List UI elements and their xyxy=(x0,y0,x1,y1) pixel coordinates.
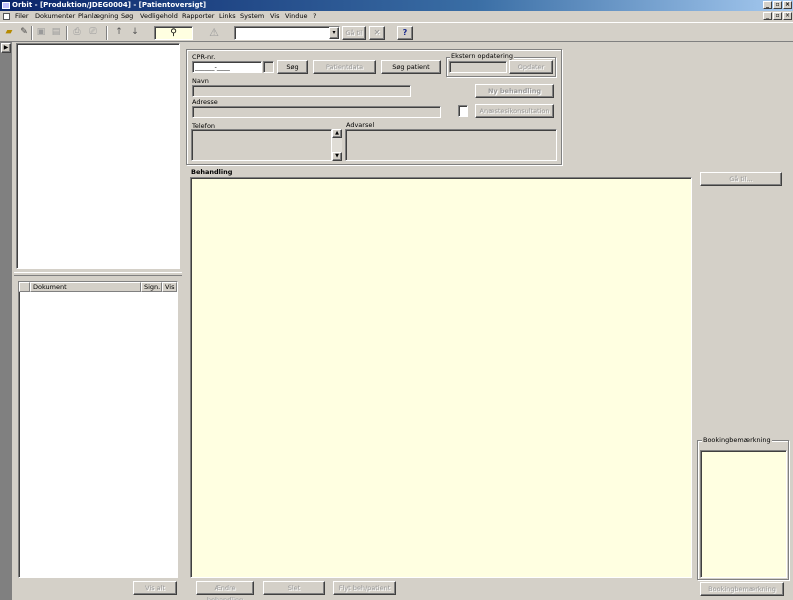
external-update-label: Ekstern opdatering xyxy=(450,52,515,60)
goto-combobox[interactable]: ▾ xyxy=(234,26,340,40)
title-bar: Orbit - [Produktion/JDEG0004] - [Patient… xyxy=(0,0,793,11)
change-treatment-button[interactable]: Ændre behandling xyxy=(196,581,254,600)
delete-icon[interactable]: ▤ xyxy=(49,26,63,39)
menu-filer[interactable]: Filer xyxy=(15,11,29,22)
treatment-list[interactable] xyxy=(190,177,692,578)
column-header-dokument[interactable]: Dokument xyxy=(30,282,141,292)
menu-links[interactable]: Links xyxy=(219,11,236,22)
menu-vindue[interactable]: Vindue xyxy=(285,11,307,22)
tree-pane[interactable] xyxy=(16,43,180,269)
print-icon[interactable]: ⎙ xyxy=(70,26,84,39)
child-close-icon[interactable]: × xyxy=(783,12,792,20)
open-folder-icon[interactable]: ▰ xyxy=(2,26,16,39)
window-title: Orbit - [Produktion/JDEG0004] - [Patient… xyxy=(12,1,207,9)
goto-treatment-button[interactable]: Gå til... xyxy=(700,172,782,186)
anaesthesia-consultation-button[interactable]: Anæstesikonsultation xyxy=(475,104,554,118)
restore-icon[interactable]: ▫ xyxy=(773,1,782,9)
play-arrow-icon[interactable]: ▶ xyxy=(1,43,11,53)
move-treatment-button[interactable]: Flyt beh/patient xyxy=(333,581,396,595)
minimize-icon[interactable]: _ xyxy=(763,1,772,9)
name-label: Navn xyxy=(192,77,209,85)
cpr-check-field[interactable] xyxy=(263,61,274,73)
scroll-up-icon[interactable]: ▲ xyxy=(332,129,342,138)
edit-pen-icon[interactable]: ✎ xyxy=(17,26,31,39)
warning-label: Advarsel xyxy=(346,121,375,129)
new-treatment-button[interactable]: Ny behandling xyxy=(475,84,554,98)
document-icon[interactable] xyxy=(3,13,10,20)
save-icon[interactable]: ▣ xyxy=(34,26,48,39)
search-button[interactable]: Søg xyxy=(277,60,308,74)
menu-rapporter[interactable]: Rapporter xyxy=(182,11,214,22)
warning-field xyxy=(345,129,557,161)
treatment-heading: Behandling xyxy=(191,168,233,176)
address-field xyxy=(192,106,441,118)
phone-scrollbar[interactable]: ▲ ▼ xyxy=(332,129,342,161)
menu-vis[interactable]: Vis xyxy=(270,11,280,22)
booking-remark-label: Bookingbemærkning xyxy=(702,436,772,444)
menu-soeg[interactable]: Søg xyxy=(121,11,133,22)
cpr-input[interactable]: ______-____ xyxy=(192,61,262,73)
address-document-icon[interactable] xyxy=(458,105,468,117)
help-button[interactable]: ? xyxy=(397,26,413,40)
app-icon xyxy=(2,2,10,9)
menu-planlaegning[interactable]: Planlægning xyxy=(78,11,118,22)
show-all-button[interactable]: Vis alt xyxy=(133,581,177,595)
chevron-down-icon[interactable]: ▾ xyxy=(329,27,339,39)
delete-treatment-button[interactable]: Slet xyxy=(263,581,325,595)
menu-dokumenter[interactable]: Dokumenter xyxy=(35,11,75,22)
print-preview-icon[interactable]: ⎚ xyxy=(86,26,100,39)
splitter[interactable] xyxy=(14,272,182,276)
patient-search-icon[interactable]: ⚲ xyxy=(154,26,193,40)
toolbar: ▰ ✎ ▣ ▤ ⎙ ⎚ ↑ ↓ ⚲ ⚠ ▾ Gå til ✕ ? xyxy=(0,22,793,42)
warning-icon[interactable]: ⚠ xyxy=(205,26,223,39)
booking-remark-field[interactable] xyxy=(700,450,787,578)
arrow-up-icon[interactable]: ↑ xyxy=(112,26,126,39)
external-update-field xyxy=(449,61,507,73)
document-list[interactable]: Dokument Sign. Vis xyxy=(18,281,178,578)
goto-button[interactable]: Gå til xyxy=(342,26,366,40)
menu-bar: Filer Dokumenter Planlægning Søg Vedlige… xyxy=(0,11,793,22)
arrow-down-icon[interactable]: ↓ xyxy=(128,26,142,39)
update-button[interactable]: Opdater xyxy=(509,60,553,74)
menu-help[interactable]: ? xyxy=(313,11,316,22)
phone-field xyxy=(191,129,332,161)
scroll-down-icon[interactable]: ▼ xyxy=(332,152,342,161)
child-minimize-icon[interactable]: _ xyxy=(763,12,772,20)
address-label: Adresse xyxy=(192,98,218,106)
patient-data-button[interactable]: Patientdata xyxy=(313,60,376,74)
cpr-label: CPR-nr. xyxy=(192,53,216,61)
child-restore-icon[interactable]: ▫ xyxy=(773,12,782,20)
booking-remark-button[interactable]: Bookingbemærkning xyxy=(700,582,784,596)
menu-vedligehold[interactable]: Vedligehold xyxy=(140,11,178,22)
side-strip: ▶ xyxy=(0,42,12,600)
column-header-sign[interactable]: Sign. xyxy=(141,282,162,292)
cancel-x-icon[interactable]: ✕ xyxy=(369,26,385,40)
menu-system[interactable]: System xyxy=(240,11,264,22)
name-field xyxy=(192,85,411,97)
column-header-vis[interactable]: Vis xyxy=(162,282,177,292)
search-patient-button[interactable]: Søg patient xyxy=(381,60,441,74)
close-icon[interactable]: × xyxy=(783,1,792,9)
